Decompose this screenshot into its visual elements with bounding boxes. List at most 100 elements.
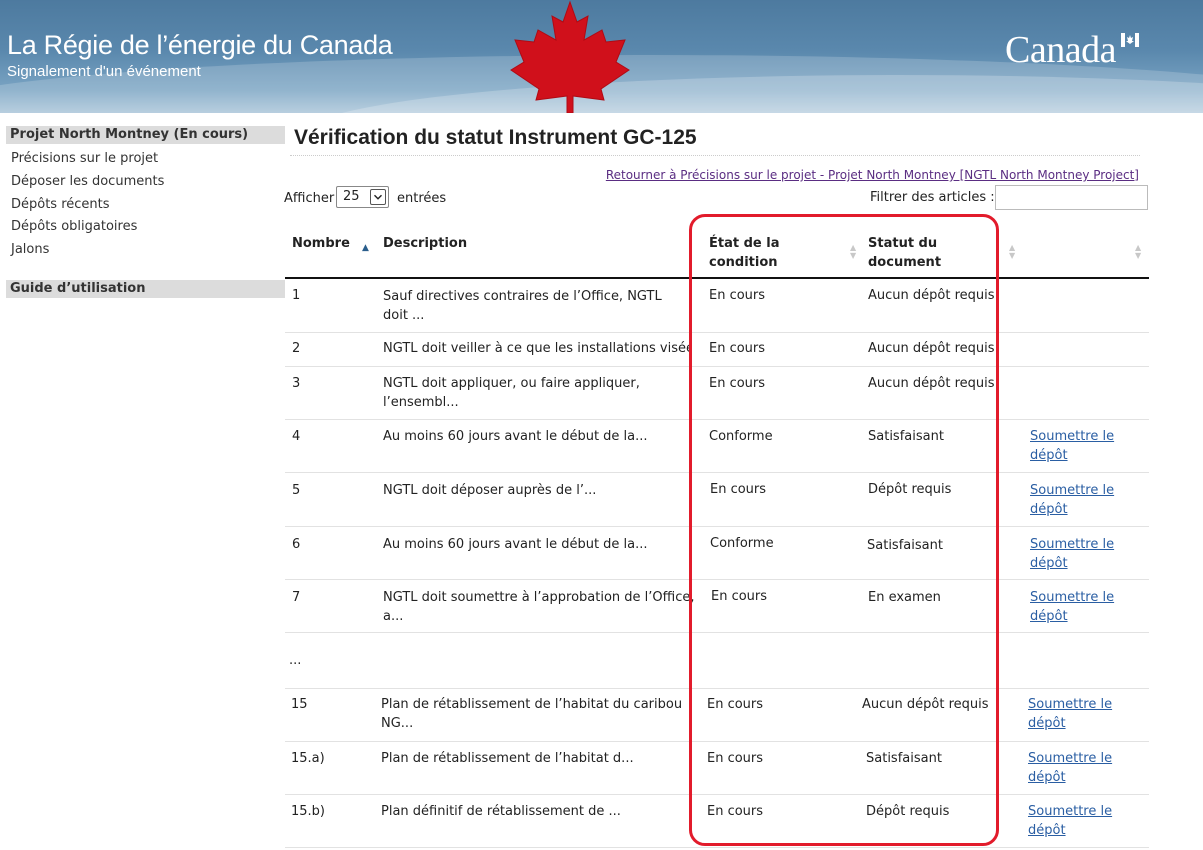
row-description-line: Au moins 60 jours avant le début de la..… xyxy=(383,429,648,444)
row-condition: Conforme xyxy=(709,429,773,444)
submit-filing-link-line: dépôt xyxy=(1028,769,1066,785)
column-header-description[interactable]: Description xyxy=(383,234,467,253)
submit-filing-link[interactable]: Soumettre le dépôt xyxy=(1030,482,1114,519)
column-header-status[interactable]: Statut du document xyxy=(868,234,941,272)
sidebar-item-milestones[interactable]: Jalons xyxy=(11,242,49,257)
row-description[interactable]: NGTL doit appliquer, ou faire appliquer,… xyxy=(383,375,640,412)
submit-filing-link[interactable]: Soumettre le dépôt xyxy=(1028,696,1112,733)
sidebar-item-recent-filings[interactable]: Dépôts récents xyxy=(11,197,110,212)
table-row: 5 NGTL doit déposer auprès de l’... En c… xyxy=(285,473,1149,527)
page-title: Vérification du statut Instrument GC-125 xyxy=(294,126,697,149)
submit-filing-link-line: dépôt xyxy=(1030,447,1068,463)
row-status: Satisfaisant xyxy=(868,429,944,444)
row-status: Aucun dépôt requis xyxy=(868,341,995,356)
table-row: 15 Plan de rétablissement de l’habitat d… xyxy=(285,689,1149,742)
submit-filing-link-line: Soumettre le xyxy=(1028,804,1113,819)
row-description-line: Au moins 60 jours avant le début de la..… xyxy=(383,537,648,552)
submit-filing-link-line: Soumettre le xyxy=(1030,590,1115,605)
submit-filing-link[interactable]: Soumettre le dépôt xyxy=(1030,428,1114,465)
show-entries-label: Afficher xyxy=(284,191,335,206)
sidebar-item-required-filings[interactable]: Dépôts obligatoires xyxy=(11,219,137,234)
sort-asc-icon[interactable]: ▲ xyxy=(362,243,369,253)
row-description-line: doit ... xyxy=(383,307,425,323)
row-status: Satisfaisant xyxy=(867,538,943,553)
return-to-project-link[interactable]: Retourner à Précisions sur le projet - P… xyxy=(606,168,1139,182)
table-row: 4 Au moins 60 jours avant le début de la… xyxy=(285,420,1149,473)
row-description-line: NGTL doit veiller à ce que les installat… xyxy=(383,341,691,356)
row-number: 6 xyxy=(292,537,301,552)
submit-filing-link-line: Soumettre le xyxy=(1030,537,1115,552)
row-description[interactable]: Plan de rétablissement de l’habitat du c… xyxy=(381,696,682,733)
column-header-number[interactable]: Nombre xyxy=(292,234,350,253)
submit-filing-link[interactable]: Soumettre le dépôt xyxy=(1030,589,1114,626)
row-status: Dépôt requis xyxy=(866,804,950,819)
submit-filing-link[interactable]: Soumettre le dépôt xyxy=(1028,803,1112,840)
row-status: Aucun dépôt requis xyxy=(868,376,995,391)
row-number: 15.a) xyxy=(291,751,325,766)
row-condition: En cours xyxy=(707,697,764,712)
row-status: Aucun dépôt requis xyxy=(862,697,989,712)
dropdown-caret-icon xyxy=(370,189,386,205)
page-size-select[interactable]: 25 xyxy=(336,186,389,208)
row-description-line: Plan définitif de rétablissement de ... xyxy=(381,804,621,819)
table-row: 15.b) Plan définitif de rétablissement d… xyxy=(285,795,1149,848)
row-description-line: NG... xyxy=(381,715,414,731)
row-number: 2 xyxy=(292,341,301,356)
row-number: 5 xyxy=(292,483,301,498)
submit-filing-link[interactable]: Soumettre le dépôt xyxy=(1028,750,1112,787)
submit-filing-link-line: Soumettre le xyxy=(1030,483,1115,498)
sort-both-icon[interactable]: ▲ ▼ xyxy=(1009,244,1015,260)
row-status: Dépôt requis xyxy=(868,482,952,497)
row-description-line: Plan de rétablissement de l’habitat d... xyxy=(381,751,634,766)
submit-filing-link-line: Soumettre le xyxy=(1030,429,1115,444)
row-description[interactable]: Plan définitif de rétablissement de ... xyxy=(381,803,621,822)
row-ellipsis: ... xyxy=(289,653,302,668)
sidebar-item-project-details[interactable]: Précisions sur le projet xyxy=(11,151,158,166)
row-number: 7 xyxy=(292,590,301,605)
row-status: En examen xyxy=(868,590,941,605)
sort-both-icon[interactable]: ▲ ▼ xyxy=(1135,244,1141,260)
column-header-condition-line2: condition xyxy=(709,255,778,270)
submit-filing-link-line: Soumettre le xyxy=(1028,751,1113,766)
row-description[interactable]: Au moins 60 jours avant le début de la..… xyxy=(383,536,648,555)
row-number: 15.b) xyxy=(291,804,325,819)
row-description-line: Plan de rétablissement de l’habitat du c… xyxy=(381,697,683,712)
column-header-condition[interactable]: État de la condition xyxy=(709,234,779,272)
row-description-line: l’ensembl... xyxy=(383,394,459,410)
table-row: ... xyxy=(285,633,1149,689)
table-row: 2 NGTL doit veiller à ce que les install… xyxy=(285,333,1149,367)
sidebar-project-heading[interactable]: Projet North Montney (En cours) xyxy=(6,126,285,144)
submit-filing-link-line: dépôt xyxy=(1030,555,1068,571)
table-row: 3 NGTL doit appliquer, ou faire applique… xyxy=(285,367,1149,420)
column-header-condition-line1: État de la xyxy=(709,236,780,251)
row-number: 4 xyxy=(292,429,301,444)
row-description-line: NGTL doit déposer auprès de l’... xyxy=(383,483,597,498)
sidebar-guide-heading[interactable]: Guide d’utilisation xyxy=(6,280,285,298)
row-condition: En cours xyxy=(707,751,764,766)
row-description[interactable]: Sauf directives contraires de l’Office, … xyxy=(383,288,662,325)
row-description[interactable]: Au moins 60 jours avant le début de la..… xyxy=(383,428,648,447)
column-header-status-line1: Statut du xyxy=(868,236,938,251)
submit-filing-link-line: dépôt xyxy=(1028,822,1066,838)
row-condition: En cours xyxy=(709,341,766,356)
row-description-line: NGTL doit soumettre à l’approbation de l… xyxy=(383,590,695,605)
row-description[interactable]: NGTL doit soumettre à l’approbation de l… xyxy=(383,589,695,626)
submit-filing-link-line: dépôt xyxy=(1030,501,1068,517)
row-condition: En cours xyxy=(711,589,768,604)
sort-both-icon[interactable]: ▲ ▼ xyxy=(850,244,856,260)
row-description[interactable]: NGTL doit veiller à ce que les installat… xyxy=(383,340,691,359)
row-condition: Conforme xyxy=(710,536,774,551)
title-divider xyxy=(290,155,1140,156)
table-row: 1 Sauf directives contraires de l’Office… xyxy=(285,280,1149,333)
sidebar-item-submit-documents[interactable]: Déposer les documents xyxy=(11,174,164,189)
row-description[interactable]: NGTL doit déposer auprès de l’... xyxy=(383,482,596,501)
row-number: 15 xyxy=(291,697,308,712)
maple-leaf-icon xyxy=(510,0,630,113)
filter-input[interactable] xyxy=(995,185,1148,210)
submit-filing-link[interactable]: Soumettre le dépôt xyxy=(1030,536,1114,573)
site-subtitle: Signalement d'un événement xyxy=(7,63,201,80)
row-description-line: NGTL doit appliquer, ou faire appliquer, xyxy=(383,376,640,391)
submit-filing-link-line: dépôt xyxy=(1030,608,1068,624)
row-status: Satisfaisant xyxy=(866,751,942,766)
row-description[interactable]: Plan de rétablissement de l’habitat d... xyxy=(381,750,634,769)
